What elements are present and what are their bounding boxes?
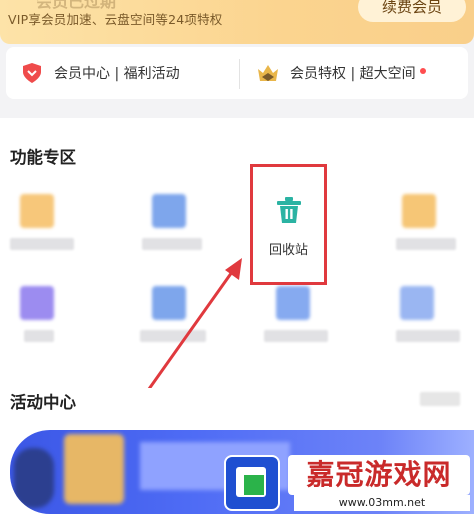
blurred-feature-icon: [402, 194, 436, 228]
blurred-feature-icon: [20, 286, 54, 320]
blurred-more-link[interactable]: [420, 392, 460, 406]
blurred-feature-label: [10, 238, 74, 250]
watermark-text: 嘉冠游戏网: [288, 455, 470, 495]
blurred-feature-icon: [20, 194, 54, 228]
vip-banner[interactable]: 会员已过期 VIP享会员加速、云盘空间等24项特权 续费会员: [0, 0, 474, 44]
blurred-feature-icon: [400, 286, 434, 320]
feature-tile[interactable]: [134, 280, 210, 360]
blurred-feature-label: [24, 330, 54, 342]
blurred-feature-label: [142, 238, 202, 250]
blurred-feature-icon: [152, 286, 186, 320]
perk-divider: [239, 59, 240, 89]
heart-badge-icon: [23, 63, 41, 83]
vip-privilege-label: 会员特权 | 超大空间: [290, 66, 416, 82]
activity-section-title: 活动中心: [10, 393, 76, 412]
feature-tile[interactable]: [134, 188, 210, 268]
blurred-feature-icon: [152, 194, 186, 228]
recycle-bin-label: 回收站: [268, 243, 308, 258]
feature-tile[interactable]: [258, 280, 334, 360]
feature-tile[interactable]: [4, 188, 80, 268]
feature-tile[interactable]: [396, 188, 472, 268]
blurred-feature-label: [396, 238, 456, 250]
vip-privilege-entry[interactable]: 会员特权 | 超大空间: [256, 47, 426, 99]
watermark-url: www.03mm.net: [294, 495, 470, 511]
feature-tile[interactable]: [396, 280, 472, 360]
notification-dot: [419, 68, 426, 74]
vip-center-entry[interactable]: 会员中心 | 福利活动: [20, 47, 180, 99]
feature-section-title: 功能专区: [10, 148, 76, 167]
vip-subtitle: VIP享会员加速、云盘空间等24项特权: [8, 12, 223, 27]
crown-icon: [258, 65, 278, 81]
renew-vip-button[interactable]: 续费会员: [358, 0, 466, 22]
blurred-banner-image: [14, 448, 54, 508]
vip-perks-card: 会员中心 | 福利活动 会员特权 | 超大空间: [6, 47, 468, 99]
watermark-logo: [224, 455, 280, 511]
vip-center-label: 会员中心 | 福利活动: [54, 66, 180, 82]
blurred-feature-label: [396, 330, 460, 342]
blurred-feature-label: [140, 330, 206, 342]
blurred-feature-label: [264, 330, 328, 342]
blurred-feature-icon: [276, 286, 310, 320]
recycle-bin-tile[interactable]: 回收站: [250, 164, 327, 285]
trash-icon: [277, 197, 301, 223]
site-watermark: 嘉冠游戏网 www.03mm.net: [224, 455, 470, 511]
feature-tile[interactable]: [4, 280, 80, 360]
blurred-banner-image: [64, 434, 124, 504]
